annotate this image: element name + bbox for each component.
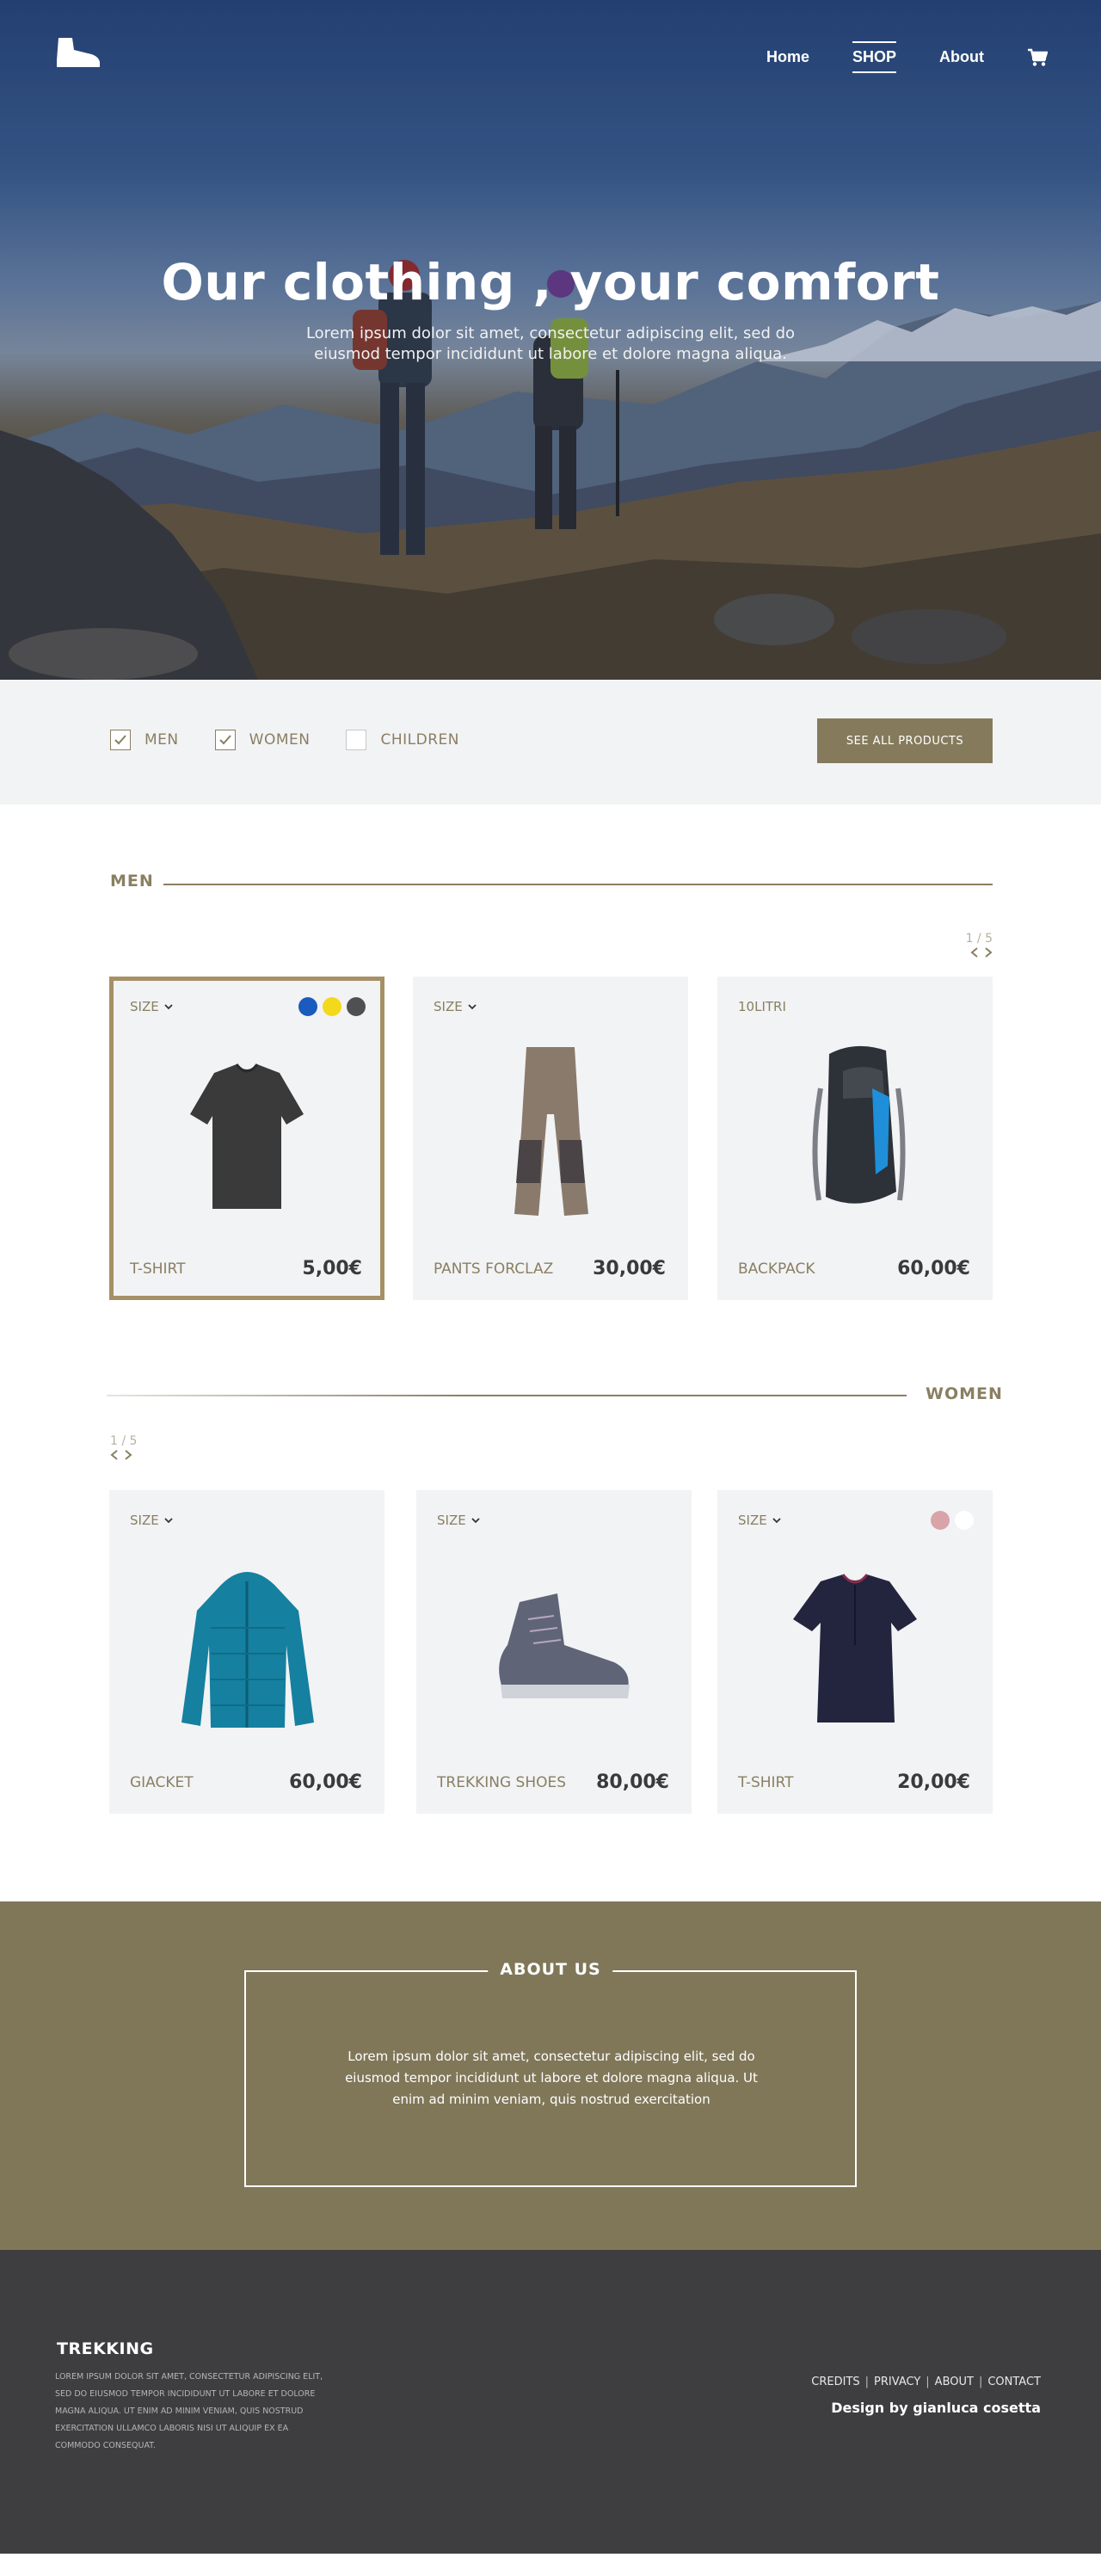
capacity-label: 10LITRI xyxy=(738,999,786,1014)
footer: TREKKING LOREM IPSUM DOLOR SIT AMET, CON… xyxy=(0,2250,1101,2554)
see-all-products-button[interactable]: SEE ALL PRODUCTS xyxy=(817,718,993,763)
size-label: SIZE xyxy=(130,999,159,1014)
children-checkbox[interactable] xyxy=(346,730,367,750)
nav-shop-link[interactable]: SHOP xyxy=(852,41,897,73)
product-card-backpack[interactable]: 10LITRI BACKPACK 60,00€ xyxy=(717,977,993,1300)
chevron-down-icon xyxy=(772,1517,781,1523)
men-divider xyxy=(163,884,993,885)
tshirt-icon xyxy=(190,1063,304,1209)
about-box: ABOUT US Lorem ipsum dolor sit amet, con… xyxy=(244,1960,857,2187)
size-dropdown[interactable]: SIZE xyxy=(738,1513,781,1528)
product-price: 20,00€ xyxy=(897,1772,970,1793)
backpack-icon xyxy=(812,1045,906,1204)
hero-title: Our clothing , your comfort xyxy=(161,253,940,311)
color-swatch-blue[interactable] xyxy=(298,997,317,1016)
product-card-men-tshirt[interactable]: SIZE T-SHIRT 5,00€ xyxy=(109,977,384,1300)
men-section-title: MEN xyxy=(110,872,154,891)
prev-arrow-icon[interactable] xyxy=(110,1450,119,1460)
footer-link-privacy[interactable]: PRIVACY xyxy=(874,2376,920,2388)
boot-logo-icon[interactable] xyxy=(53,34,101,69)
product-name: T-SHIRT xyxy=(130,1260,186,1278)
checkmark-icon xyxy=(218,735,231,745)
next-arrow-icon[interactable] xyxy=(124,1450,132,1460)
product-card-women-tshirt[interactable]: SIZE T-SHIRT 20,00€ xyxy=(717,1490,993,1814)
filter-label: CHILDREN xyxy=(380,731,459,749)
product-price: 5,00€ xyxy=(302,1258,362,1279)
color-swatches xyxy=(931,1511,974,1530)
chevron-down-icon xyxy=(468,1003,477,1009)
size-dropdown[interactable]: SIZE xyxy=(437,1513,480,1528)
women-section: WOMEN 1 / 5 SIZE GIACKET 60,00€ SIZE TRE… xyxy=(0,1372,1101,1901)
about-section: ABOUT US Lorem ipsum dolor sit amet, con… xyxy=(0,1901,1101,2250)
color-swatch-white[interactable] xyxy=(955,1511,974,1530)
product-card-pants[interactable]: SIZE PANTS FORCLAZ 30,00€ xyxy=(413,977,688,1300)
chevron-down-icon xyxy=(471,1517,480,1523)
color-swatch-yellow[interactable] xyxy=(323,997,341,1016)
chevron-down-icon xyxy=(164,1517,173,1523)
women-pager: 1 / 5 xyxy=(110,1434,137,1460)
footer-brand: TREKKING xyxy=(57,2339,154,2358)
footer-link-credits[interactable]: CREDITS xyxy=(811,2376,859,2388)
filter-men[interactable]: MEN xyxy=(110,730,179,750)
men-page-count: 1 / 5 xyxy=(965,932,993,946)
product-name: PANTS FORCLAZ xyxy=(434,1260,554,1278)
checkmark-icon xyxy=(114,735,126,745)
prev-arrow-icon[interactable] xyxy=(970,947,979,958)
product-name: GIACKET xyxy=(130,1774,194,1791)
about-title: ABOUT US xyxy=(488,1960,613,1979)
color-swatch-pink[interactable] xyxy=(931,1511,950,1530)
category-filters: MEN WOMEN CHILDREN xyxy=(110,730,459,750)
size-dropdown[interactable]: SIZE xyxy=(434,999,477,1014)
nav-about-link[interactable]: About xyxy=(939,48,984,66)
color-swatches xyxy=(298,997,366,1016)
women-section-title: WOMEN xyxy=(926,1384,1003,1403)
nav-home-link[interactable]: Home xyxy=(766,48,809,66)
men-checkbox[interactable] xyxy=(110,730,131,750)
product-name: T-SHIRT xyxy=(738,1774,794,1791)
product-card-jacket[interactable]: SIZE GIACKET 60,00€ xyxy=(109,1490,384,1814)
footer-description: LOREM IPSUM DOLOR SIT AMET, CONSECTETUR … xyxy=(55,2372,323,2450)
footer-link-about[interactable]: ABOUT xyxy=(935,2376,974,2388)
women-checkbox[interactable] xyxy=(214,730,236,750)
product-price: 30,00€ xyxy=(593,1258,666,1279)
product-price: 60,00€ xyxy=(897,1258,970,1279)
filter-women[interactable]: WOMEN xyxy=(214,730,311,750)
men-pager: 1 / 5 xyxy=(966,932,993,958)
size-dropdown[interactable]: SIZE xyxy=(130,999,173,1014)
hero-subtitle: Lorem ipsum dolor sit amet, consectetur … xyxy=(305,324,796,363)
chevron-down-icon xyxy=(164,1003,173,1009)
product-card-trekking-shoes[interactable]: SIZE TREKKING SHOES 80,00€ xyxy=(416,1490,692,1814)
color-swatch-gray[interactable] xyxy=(347,997,366,1016)
women-tshirt-icon xyxy=(793,1574,917,1722)
filter-label: MEN xyxy=(145,731,179,749)
size-label: SIZE xyxy=(434,999,463,1014)
women-page-count: 1 / 5 xyxy=(110,1434,138,1448)
product-price: 80,00€ xyxy=(596,1772,669,1793)
filter-bar: MEN WOMEN CHILDREN SEE ALL PRODUCTS xyxy=(0,680,1101,804)
hero-banner: Home SHOP About Our clothing , your comf… xyxy=(0,0,1101,680)
product-name: BACKPACK xyxy=(738,1260,815,1278)
size-label: SIZE xyxy=(437,1513,466,1528)
size-dropdown[interactable]: SIZE xyxy=(130,1513,173,1528)
footer-link-contact[interactable]: CONTACT xyxy=(987,2376,1041,2388)
design-credit: Design by gianluca cosetta xyxy=(831,2400,1041,2416)
women-divider xyxy=(107,1395,907,1396)
men-section: MEN 1 / 5 SIZE T-SHIRT 5,00€ SIZE PANTS … xyxy=(0,804,1101,1372)
size-label: SIZE xyxy=(738,1513,767,1528)
footer-links: CREDITS | PRIVACY | ABOUT | CONTACT xyxy=(811,2376,1041,2388)
about-text: Lorem ipsum dolor sit amet, consectetur … xyxy=(345,2049,758,2107)
next-arrow-icon[interactable] xyxy=(984,947,993,958)
product-name: TREKKING SHOES xyxy=(437,1774,567,1791)
filter-children[interactable]: CHILDREN xyxy=(346,730,459,750)
cart-icon[interactable] xyxy=(1027,48,1049,67)
size-label: SIZE xyxy=(130,1513,159,1528)
jacket-icon xyxy=(181,1572,314,1728)
main-nav: Home SHOP About xyxy=(766,41,1049,73)
shoe-icon xyxy=(499,1593,630,1698)
filter-label: WOMEN xyxy=(249,731,311,749)
product-price: 60,00€ xyxy=(289,1772,362,1793)
pants-icon xyxy=(514,1047,588,1216)
